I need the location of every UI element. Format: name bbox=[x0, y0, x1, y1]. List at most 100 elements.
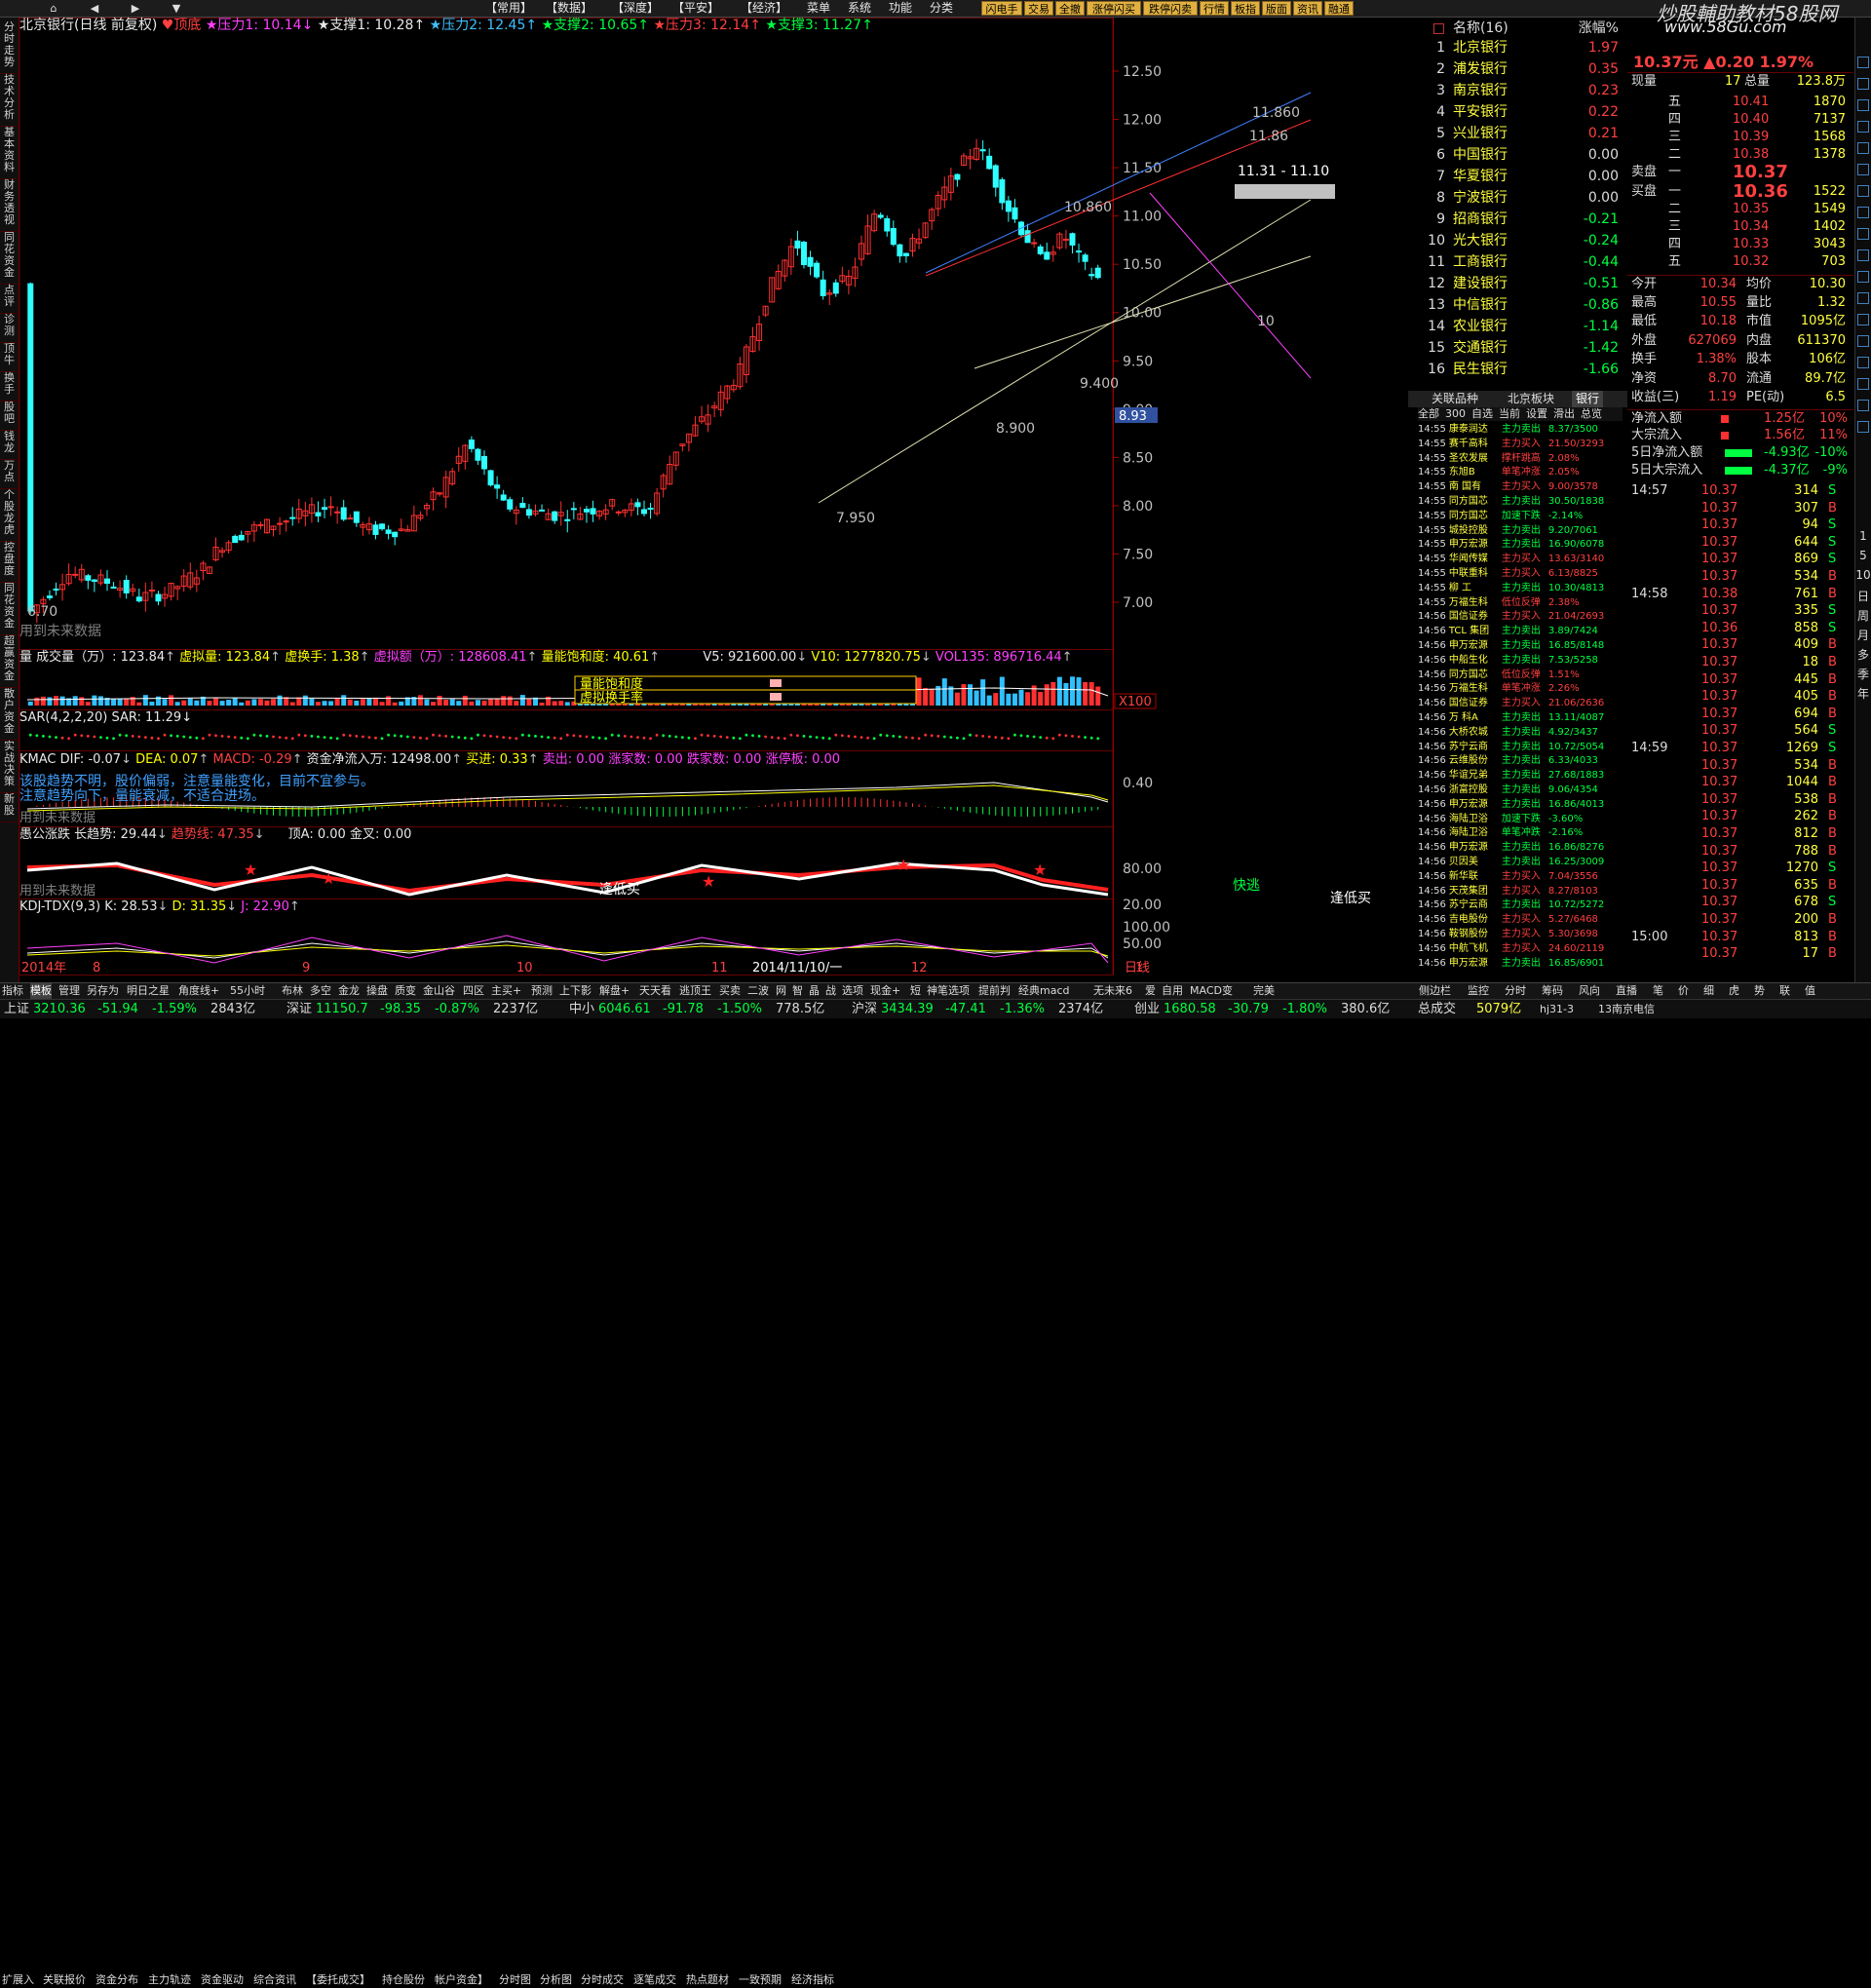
flow-row[interactable]: 14:56 苏宁云商 主力卖出 10.72/5054 bbox=[1418, 741, 1623, 755]
indicator-tab-20[interactable]: 买卖 bbox=[719, 983, 741, 999]
toolbar-tool-icon[interactable] bbox=[1857, 228, 1869, 240]
flow-row[interactable]: 14:56 万 科A 主力卖出 13.11/4087 bbox=[1418, 711, 1623, 726]
quotes-button[interactable]: 行情 bbox=[1200, 1, 1229, 16]
indicator-tab-0[interactable]: 指标 bbox=[2, 983, 23, 999]
indicator-tab-9[interactable]: 金龙 bbox=[338, 983, 360, 999]
menu-depth[interactable]: 【深度】 bbox=[612, 0, 659, 17]
toolbar-tool-icon[interactable] bbox=[1857, 249, 1869, 261]
flow-row[interactable]: 14:56 海陆卫浴 加速下跌 -3.60% bbox=[1418, 813, 1623, 827]
flow-row[interactable]: 14:56 申万宏源 主力卖出 16.86/4013 bbox=[1418, 798, 1623, 813]
indicator-tab-2[interactable]: 管理 bbox=[58, 983, 80, 999]
side-tab-16[interactable]: 散户资金 bbox=[0, 688, 19, 741]
watchlist-row[interactable]: 9 招商银行 -0.21 bbox=[1418, 209, 1623, 230]
toolbar-tool-icon[interactable] bbox=[1857, 271, 1869, 283]
flow-row[interactable]: 14:56 苏宁云商 主力卖出 10.72/5272 bbox=[1418, 898, 1623, 913]
kline-chart-area[interactable]: 12.5012.0011.5011.0010.5010.009.509.008.… bbox=[19, 18, 1374, 982]
period-tab-3[interactable]: 日 bbox=[1855, 588, 1871, 604]
lightning-trade-button[interactable]: 闪电手 bbox=[981, 1, 1022, 16]
side-function-tab-12[interactable]: 值 bbox=[1805, 983, 1815, 999]
bid-row[interactable]: 买盘一 10.36 1522 bbox=[1627, 183, 1853, 201]
period-tab-2[interactable]: 10 bbox=[1855, 568, 1871, 582]
indicator-tab-36[interactable]: 完美 bbox=[1253, 983, 1275, 999]
limit-down-sell-button[interactable]: 跌停闪卖 bbox=[1143, 1, 1198, 16]
tab-beijing-sector[interactable]: 北京板块 bbox=[1508, 391, 1554, 407]
indicator-tab-16[interactable]: 上下影 bbox=[559, 983, 592, 999]
watchlist-row[interactable]: 16 民生银行 -1.66 bbox=[1418, 359, 1623, 380]
period-tab-4[interactable]: 周 bbox=[1855, 607, 1871, 624]
period-tab-5[interactable]: 月 bbox=[1855, 627, 1871, 643]
side-tab-7[interactable]: 顶牛 bbox=[0, 343, 19, 372]
flow-row[interactable]: 14:55 南 国有 主力买入 9.00/3578 bbox=[1418, 480, 1623, 495]
menu-economy[interactable]: 【经济】 bbox=[741, 0, 787, 17]
index-name-0[interactable]: 上证 bbox=[4, 1002, 29, 1017]
flow-row[interactable]: 14:56 天茂集团 主力买入 8.27/8103 bbox=[1418, 885, 1623, 899]
flow-tab-2[interactable]: 自选 bbox=[1471, 407, 1493, 420]
tab-related[interactable]: 关联品种 bbox=[1432, 391, 1478, 407]
toolbar-tool-icon[interactable] bbox=[1857, 207, 1869, 218]
flow-row[interactable]: 14:55 同方国芯 主力卖出 30.50/1838 bbox=[1418, 495, 1623, 510]
flow-row[interactable]: 14:56 申万宏源 主力卖出 16.86/8276 bbox=[1418, 841, 1623, 856]
index-name-4[interactable]: 创业 bbox=[1134, 1002, 1160, 1017]
flow-row[interactable]: 14:55 康泰润达 主力卖出 8.37/3500 bbox=[1418, 423, 1623, 438]
indicator-tab-32[interactable]: 无未来6 bbox=[1093, 983, 1132, 999]
watchlist-row[interactable]: 1 北京银行 1.97 bbox=[1418, 37, 1623, 58]
flow-row[interactable]: 14:56 贝因美 主力卖出 16.25/3009 bbox=[1418, 856, 1623, 870]
side-tab-13[interactable]: 控盘度 bbox=[0, 542, 19, 583]
side-tab-15[interactable]: 超赢资金 bbox=[0, 635, 19, 688]
flow-tab-5[interactable]: 滑出 bbox=[1553, 407, 1575, 420]
period-tab-6[interactable]: 多 bbox=[1855, 646, 1871, 663]
flow-row[interactable]: 14:56 华谊兄弟 主力卖出 27.68/1883 bbox=[1418, 769, 1623, 784]
toolbar-tool-icon[interactable] bbox=[1857, 314, 1869, 325]
ask-row[interactable]: 五 10.41 1870 bbox=[1627, 94, 1853, 111]
menu-system[interactable]: 系统 bbox=[848, 0, 871, 17]
menu-menu[interactable]: 菜单 bbox=[807, 0, 830, 17]
toolbar-tool-icon[interactable] bbox=[1857, 357, 1869, 368]
flow-row[interactable]: 14:56 申万宏源 主力卖出 16.85/6901 bbox=[1418, 957, 1623, 972]
bid-row[interactable]: 五 10.32 703 bbox=[1627, 253, 1853, 271]
ask-row[interactable]: 四 10.40 7137 bbox=[1627, 111, 1853, 129]
indicator-tab-11[interactable]: 质变 bbox=[395, 983, 416, 999]
tab-bank[interactable]: 银行 bbox=[1572, 391, 1604, 407]
function-tab-7[interactable]: 持仓股份 bbox=[382, 1972, 425, 1988]
function-tab-5[interactable]: 综合资讯 bbox=[253, 1972, 296, 1988]
flow-row[interactable]: 14:56 国信证券 主力买入 21.04/2693 bbox=[1418, 610, 1623, 625]
side-function-tab-4[interactable]: 风向 bbox=[1579, 983, 1600, 999]
watchlist-row[interactable]: 2 浦发银行 0.35 bbox=[1418, 58, 1623, 80]
function-tab-8[interactable]: 帐户资金】 bbox=[435, 1972, 488, 1988]
indicator-tab-5[interactable]: 角度线+ bbox=[178, 983, 219, 999]
period-tab-1[interactable]: 5 bbox=[1855, 549, 1871, 562]
watchlist-row[interactable]: 15 交通银行 -1.42 bbox=[1418, 337, 1623, 359]
bid-row[interactable]: 二 10.35 1549 bbox=[1627, 201, 1853, 218]
side-tab-0[interactable]: 分时走势 bbox=[0, 21, 19, 74]
function-tab-15[interactable]: 经济指标 bbox=[791, 1972, 834, 1988]
flow-row[interactable]: 14:55 华闻传媒 主力买入 13.63/3140 bbox=[1418, 553, 1623, 567]
side-function-tab-11[interactable]: 联 bbox=[1779, 983, 1790, 999]
indicator-tab-22[interactable]: 网 bbox=[776, 983, 786, 999]
watchlist-row[interactable]: 5 兴业银行 0.21 bbox=[1418, 123, 1623, 144]
toolbar-tool-icon[interactable] bbox=[1857, 142, 1869, 154]
function-tab-14[interactable]: 一致预期 bbox=[739, 1972, 782, 1988]
indicator-tab-13[interactable]: 四区 bbox=[463, 983, 484, 999]
toolbar-tool-icon[interactable] bbox=[1857, 421, 1869, 433]
side-tab-18[interactable]: 新股 bbox=[0, 793, 19, 822]
side-function-tab-3[interactable]: 筹码 bbox=[1542, 983, 1563, 999]
indicator-tab-17[interactable]: 解盘+ bbox=[599, 983, 630, 999]
flow-tab-6[interactable]: 总览 bbox=[1581, 407, 1602, 420]
flow-row[interactable]: 14:56 中航飞机 主力买入 24.60/2119 bbox=[1418, 942, 1623, 957]
flow-row[interactable]: 14:55 圣农发展 撑杆跳高 2.08% bbox=[1418, 452, 1623, 467]
indicator-tab-21[interactable]: 二波 bbox=[747, 983, 769, 999]
indicator-tab-28[interactable]: 短 bbox=[910, 983, 921, 999]
dropdown-icon[interactable]: ▼ bbox=[164, 1, 189, 16]
margin-button[interactable]: 融通 bbox=[1324, 1, 1354, 16]
flow-row[interactable]: 14:55 申万宏源 主力卖出 16.90/6078 bbox=[1418, 538, 1623, 553]
function-tab-2[interactable]: 资金分布 bbox=[95, 1972, 138, 1988]
flow-row[interactable]: 14:56 申万宏源 主力卖出 16.85/8148 bbox=[1418, 639, 1623, 654]
indicator-tab-30[interactable]: 提前判 bbox=[978, 983, 1011, 999]
side-tab-14[interactable]: 同花资金 bbox=[0, 583, 19, 635]
bid-row[interactable]: 三 10.34 1402 bbox=[1627, 218, 1853, 236]
side-tab-5[interactable]: 点评 bbox=[0, 285, 19, 314]
toolbar-tool-icon[interactable] bbox=[1857, 378, 1869, 390]
menu-common[interactable]: 【常用】 bbox=[485, 0, 532, 17]
toolbar-tool-icon[interactable] bbox=[1857, 78, 1869, 90]
bid-row[interactable]: 四 10.33 3043 bbox=[1627, 236, 1853, 253]
